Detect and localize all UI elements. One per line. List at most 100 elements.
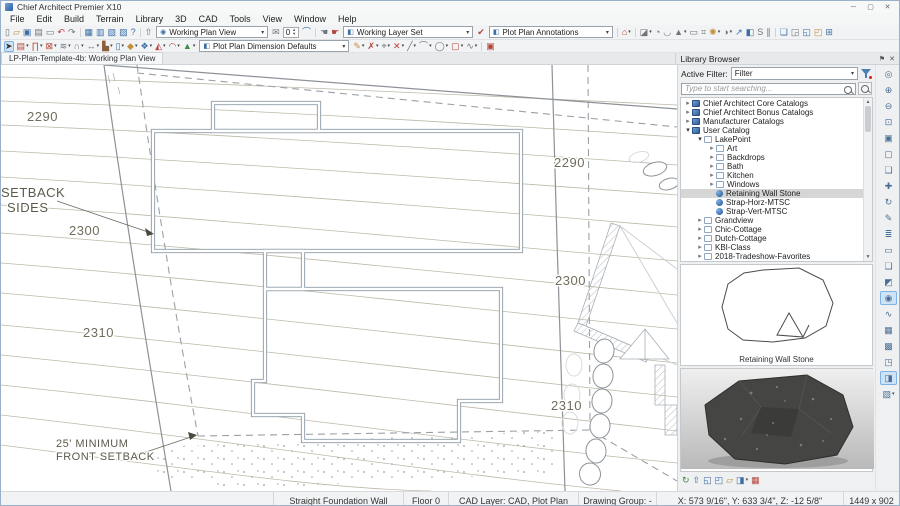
side-toolbar-icon[interactable]: ◩ ▾ [880,275,897,289]
plan-drawing-canvas[interactable]: 2290 2290 2300 2300 2310 2310 SETBACK SI… [1,65,677,491]
tree-chevron-icon[interactable] [708,144,716,153]
toolbar-icon[interactable]: ☛ [330,27,340,38]
side-toolbar-icon[interactable]: ❑ ▾ [880,259,897,273]
toolbar-icon[interactable]: ▱▾ [12,27,21,38]
toolbar-icon[interactable]: ▧▾ [107,27,118,38]
tree-chevron-icon[interactable] [696,135,704,144]
menu-item[interactable]: Help [332,14,363,24]
panel-pin-icon[interactable]: ⚑ [879,55,885,63]
side-toolbar-icon[interactable]: ◎ ▾ [880,67,897,81]
building-footprint[interactable] [150,100,524,444]
toolbar-icon[interactable]: ↶▾ [56,27,66,38]
tree-chevron-icon[interactable] [708,171,716,180]
tree-chevron-icon[interactable] [684,108,692,117]
library-tree-item[interactable]: User Catalog [681,126,863,135]
toolbar-icon[interactable]: ⌗▾ [700,27,707,38]
scroll-up-icon[interactable]: ▲ [866,98,871,106]
toolbar-icon[interactable]: ▤▾ [16,41,30,52]
toolbar-icon[interactable]: ↷▾ [67,27,77,38]
toolbar-icon[interactable]: ↗▾ [734,27,744,38]
toolbar-icon[interactable]: ◧▾ [745,27,756,38]
side-toolbar-icon[interactable]: ▭ ▾ [880,243,897,257]
tree-chevron-icon[interactable] [696,225,704,234]
filter-funnel-icon[interactable] [861,68,872,79]
library-tree-item[interactable]: Dutch-Cottage [681,234,863,243]
menu-item[interactable]: View [257,14,288,24]
library-toolbar-icon[interactable]: ▦ ▾ [751,475,760,486]
side-toolbar-icon[interactable]: ∿ ▾ [880,307,897,321]
library-tree-item[interactable]: KBI-Class [681,243,863,252]
maximize-button[interactable]: ▢ [863,2,878,13]
toolbar-icon[interactable]: ▢ ▾ [450,41,464,52]
toolbar-icon[interactable]: ▙ ▾ [101,41,113,52]
library-tree-item[interactable]: Bath [681,162,863,171]
scrollbar-thumb[interactable] [865,106,871,132]
toolbar-icon[interactable]: ✕ ▾ [392,41,405,52]
library-tree-item[interactable]: Chief Architect Core Catalogs [681,99,863,108]
toolbar-icon[interactable]: ✎ ▾ [352,41,365,52]
side-toolbar-icon[interactable]: ≣ ▾ [880,227,897,241]
tree-chevron-icon[interactable] [708,162,716,171]
library-tree-item[interactable]: Windows [681,180,863,189]
toolbar-icon[interactable]: ⊠ ▾ [45,41,58,52]
toolbar-icon[interactable]: ▨▾ [118,27,129,38]
side-toolbar-icon[interactable]: ⊖ ▾ [880,99,897,113]
close-button[interactable]: ✕ [880,2,895,13]
library-toolbar-icon[interactable]: ◰ ▾ [715,475,724,486]
toolbar-icon[interactable]: S▾ [756,27,764,38]
toolbar-icon[interactable]: ▯▾ [4,27,11,38]
toolbar-icon[interactable]: ▥▾ [95,27,106,38]
toolbar-icon[interactable]: ▭▾ [689,27,700,38]
toolbar-icon[interactable]: ✉ [271,27,281,38]
side-toolbar-icon[interactable]: ✚ ▾ [880,179,897,193]
dimension-defaults-combo[interactable]: ◧ Plot Plan Dimension Defaults ▾ [199,40,350,52]
side-toolbar-icon[interactable]: ◉ ▾ [880,291,897,305]
library-sketch-preview[interactable]: Retaining Wall Stone [680,264,873,366]
toolbar-icon[interactable]: ∥▾ [765,27,772,38]
filter-combo[interactable]: Filter ▾ [730,67,858,80]
side-toolbar-icon[interactable]: ▦ ▾ [880,323,897,337]
toolbar-icon[interactable]: ?▾ [130,27,137,38]
tree-scrollbar[interactable]: ▲ ▼ [863,98,872,261]
toolbar-icon[interactable]: ❖ ▾ [139,41,153,52]
side-toolbar-icon[interactable]: ⊕ ▾ [880,83,897,97]
menu-item[interactable]: Edit [31,14,59,24]
toolbar-icon[interactable]: ╱ ▾ [406,41,417,52]
tree-chevron-icon[interactable] [684,117,692,126]
toolbar-icon[interactable]: ▤▾ [33,27,44,38]
side-toolbar-icon[interactable]: ↻ ▾ [880,195,897,209]
toolbar-icon[interactable]: ⌂ ▾ [621,27,632,38]
toolbar-icon[interactable]: ◯ ▾ [434,41,450,52]
toolbar-icon[interactable]: ◆ ▾ [126,41,138,52]
library-tree-item[interactable]: Grandview [681,216,863,225]
toolbar-icon[interactable]: ▦▾ [84,27,95,38]
plot-plan-drawing[interactable]: 2290 2290 2300 2300 2310 2310 SETBACK SI… [1,65,677,491]
library-tree-item[interactable]: Manufacturer Catalogs [681,117,863,126]
side-toolbar-icon[interactable]: ✎ ▾ [880,211,897,225]
side-toolbar-icon[interactable]: ▢ ▾ [880,147,897,161]
toolbar-icon[interactable]: ▭▾ [45,27,56,38]
library-tree-item[interactable]: Art [681,144,863,153]
toolbar-icon[interactable]: ✔ [476,27,486,38]
library-tree-item[interactable]: Kitchen [681,171,863,180]
library-tree-item[interactable]: LakePoint [681,135,863,144]
toolbar-icon[interactable]: ▣ [485,41,496,52]
library-toolbar-icon[interactable]: ⇧ ▾ [693,475,701,486]
tree-chevron-icon[interactable] [696,216,704,225]
toolbar-icon[interactable]: ▲ ▾ [673,27,687,38]
side-toolbar-icon[interactable]: ◳ ▾ [880,355,897,369]
toolbar-icon[interactable]: ≋ ▾ [59,41,72,52]
toolbar-icon[interactable]: ▯▾ [115,41,125,52]
toolbar-icon[interactable]: ➤ [4,40,14,52]
saved-view-combo[interactable]: ◉ Working Plan View ▾ [156,26,269,38]
menu-item[interactable]: Terrain [90,14,130,24]
library-tree-item[interactable]: 2018-Tradeshow-Favorites [681,252,863,261]
toolbar-icon[interactable]: ∿ ▾ [465,41,478,52]
toolbar-icon[interactable]: ⊞ [824,27,834,38]
toolbar-icon[interactable]: ◑ ▾ [722,27,733,38]
toolbar-icon[interactable]: ❏ [779,27,789,38]
library-tree-item[interactable]: Strap-Vert-MTSC [681,207,863,216]
toolbar-icon[interactable]: ∩ ▾ [73,41,85,52]
floor-spinner[interactable]: 0 ▲ ▼ [282,26,300,38]
side-toolbar-icon[interactable]: ❏ ▾ [880,163,897,177]
